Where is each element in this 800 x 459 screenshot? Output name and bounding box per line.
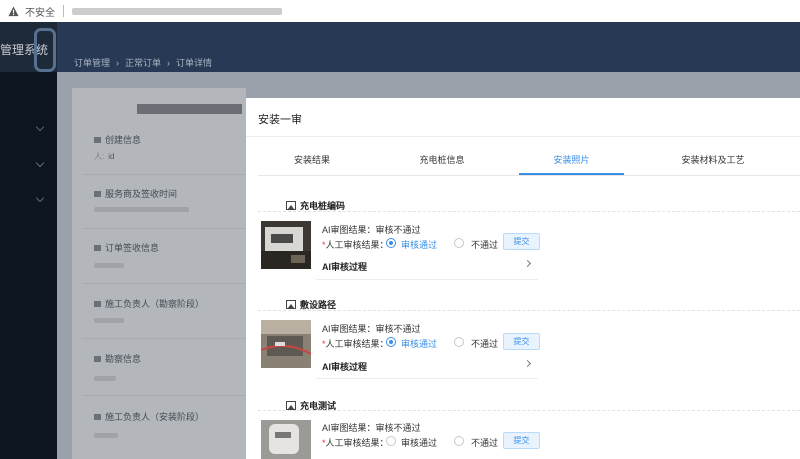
browser-address-bar[interactable]: 不安全 [0,0,800,23]
section-divider [258,211,800,213]
chevron-right-icon [523,359,532,368]
breadcrumb-item[interactable]: 正常订单 [125,58,161,68]
chevron-down-icon[interactable] [35,122,45,132]
manual-result-label: *人工审核结果： [322,339,389,349]
section-icon [94,137,101,143]
section-survey-lead: 施工负责人（勘察阶段） [94,297,204,310]
process-divider [316,378,538,379]
section-survey-info: 勘察信息 [94,352,141,365]
person-icon [94,301,101,307]
create-id-label: 人: id [94,152,115,161]
divider [82,174,246,175]
radio-fail-label[interactable]: 不通过 [471,436,498,449]
logo-mark-icon [34,28,56,72]
ai-process-toggle[interactable]: AI审核过程 [322,359,538,373]
section-divider [258,410,800,412]
ai-result-text: AI审图结果：审核不通过 [322,423,421,433]
chevron-down-icon[interactable] [35,193,45,203]
cable-route-photo[interactable] [261,320,311,368]
blurred-order-number [137,104,242,114]
install-review-modal: 安装一审 安装结果 充电桩信息 安装照片 安装材料及工艺 充电桩编码 AI审图结… [246,98,800,459]
tab-bar: 安装结果 充电桩信息 安装照片 安装材料及工艺 [258,147,800,176]
image-icon [286,201,296,210]
process-divider [316,279,538,280]
image-icon [286,300,296,309]
ai-result-text: AI审图结果：审核不通过 [322,225,421,235]
tab-install-photos[interactable]: 安装照片 [519,147,624,175]
radio-pass-label[interactable]: 审核通过 [401,337,437,350]
section-create-info: 创建信息 [94,133,141,146]
section-provider-sign-time: 服务商及签收时间 [94,187,177,200]
modal-header-divider [246,136,800,137]
charger-code-photo[interactable] [261,221,311,269]
breadcrumb-item: 订单详情 [176,58,213,68]
order-detail-panel: 创建信息 人: id 服务商及签收时间 订单签收信息 施工负责人（勘察阶段） 勘察… [72,88,246,459]
tab-charger-info[interactable]: 充电桩信息 [388,147,496,174]
blurred-text [94,433,118,438]
manual-result-label: *人工审核结果： [322,240,389,250]
breadcrumb: 订单管理 › 正常订单 › 订单详情 [74,56,212,69]
radio-fail[interactable] [454,337,464,347]
ai-process-toggle[interactable]: AI审核过程 [322,259,538,273]
section-icon [94,245,101,251]
tab-install-result[interactable]: 安装结果 [258,147,366,174]
section-order-receipt: 订单签收信息 [94,241,159,254]
radio-pass[interactable] [386,436,396,446]
divider [82,228,246,229]
charge-test-photo[interactable] [261,420,311,459]
app-header: 订单管理 › 正常订单 › 订单详情 [57,22,800,72]
breadcrumb-separator: › [116,58,120,68]
submit-button[interactable]: 提交 [503,432,540,449]
tab-materials-process[interactable]: 安装材料及工艺 [648,147,778,174]
submit-button[interactable]: 提交 [503,233,540,250]
blurred-text [94,318,124,323]
divider [82,338,246,339]
radio-pass-label[interactable]: 审核通过 [401,436,437,449]
breadcrumb-item[interactable]: 订单管理 [74,58,110,68]
radio-fail-label[interactable]: 不通过 [471,238,498,251]
image-icon [286,401,296,410]
flag-icon [94,356,101,362]
app-logo[interactable]: 管理系统 [0,22,57,72]
blurred-url[interactable] [72,7,282,15]
chevron-right-icon [523,259,532,268]
chevron-down-icon[interactable] [35,158,45,168]
radio-fail[interactable] [454,436,464,446]
blurred-text [94,263,124,268]
section-divider [258,310,800,312]
app-sidebar: 管理系统 [0,22,57,459]
blurred-text [94,376,116,381]
manual-result-label: *人工审核结果： [322,438,389,448]
divider [82,283,246,284]
ai-result-text: AI审图结果：审核不通过 [322,324,421,334]
modal-title: 安装一审 [258,114,302,126]
submit-button[interactable]: 提交 [503,333,540,350]
radio-fail-label[interactable]: 不通过 [471,337,498,350]
section-icon [94,191,101,197]
warning-triangle-icon [8,5,19,16]
divider [82,395,246,396]
radio-fail[interactable] [454,238,464,248]
person-icon [94,414,101,420]
breadcrumb-separator: › [167,58,171,68]
insecure-label: 不安全 [25,7,55,19]
radio-pass-selected[interactable] [386,238,396,248]
section-install-lead: 施工负责人（安装阶段） [94,410,204,423]
radio-pass-selected[interactable] [386,337,396,347]
blurred-text [94,207,189,212]
radio-pass-label[interactable]: 审核通过 [401,238,437,251]
address-divider [63,5,64,17]
